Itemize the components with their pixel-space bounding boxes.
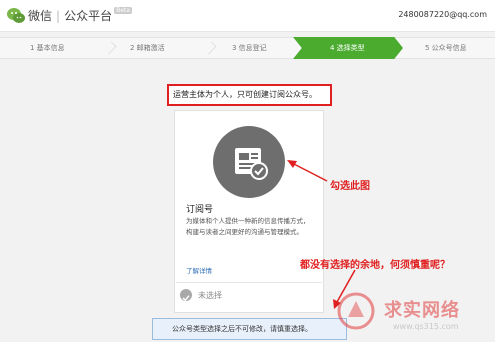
watermark-url: www.qs315.com: [393, 322, 459, 331]
annotation-check-this: 勾选此图: [330, 181, 370, 192]
step-chevron-icon: [203, 41, 217, 55]
watermark-logo-icon: [337, 292, 375, 330]
step-chevron-icon: [103, 41, 117, 55]
progress-steps: 1 基本信息 2 邮箱激活 3 信息登记 4 选择类型 5 公众号信息: [0, 37, 495, 59]
annotation-no-choice: 都没有选择的余地，何须慎重呢？: [300, 260, 450, 271]
watermark-text: 求实网络: [384, 300, 460, 321]
brand-title: 微信 | 公众平台 Beta: [28, 7, 132, 24]
step-basic-info: 1 基本信息: [30, 44, 65, 52]
selection-status: 未选择: [198, 291, 222, 300]
brand-app-name: 微信: [28, 9, 53, 23]
brand-separator: |: [56, 9, 61, 23]
step-info-registration: 3 信息登记: [232, 44, 267, 52]
top-header: 微信 | 公众平台 Beta 2480087220@qq.com: [0, 0, 495, 32]
irreversible-notice-text: 公众号类型选择之后不可修改，请慎重选择。: [172, 325, 312, 333]
step-email-activation: 2 邮箱激活: [130, 44, 165, 52]
beta-badge: Beta: [114, 7, 132, 14]
learn-more-link[interactable]: 了解详情: [186, 265, 212, 275]
checkmark-icon: [182, 295, 190, 302]
step-account-info: 5 公众号信息: [425, 44, 467, 52]
individual-notice-text: 运营主体为个人，只可创建订阅公众号。: [173, 90, 317, 99]
newspaper-check-icon: [235, 148, 268, 180]
step-select-type: 4 选择类型: [330, 44, 365, 52]
account-email[interactable]: 2480087220@qq.com: [398, 10, 487, 19]
subscription-icon[interactable]: [213, 126, 285, 198]
unchecked-circle-icon[interactable]: [180, 289, 192, 302]
brand-platform-name: 公众平台: [64, 9, 113, 23]
card-title: 订阅号: [186, 205, 214, 215]
card-divider: [176, 282, 322, 283]
wechat-logo-icon: [7, 8, 25, 23]
card-description: 为媒体和个人提供一种新的信息传播方式，构建与读者之间更好的沟通与管理模式。: [186, 217, 310, 236]
